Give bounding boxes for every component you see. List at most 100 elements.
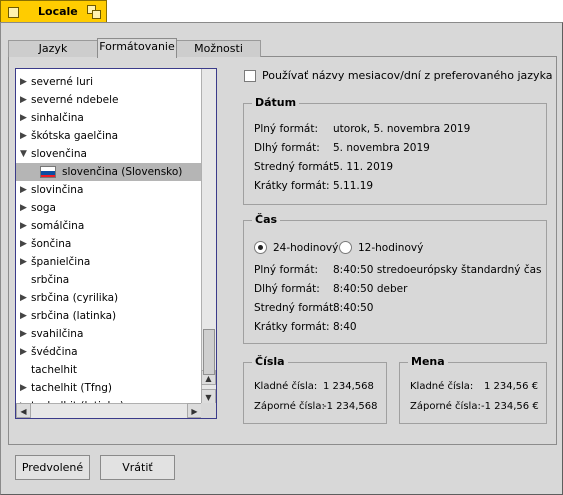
collapsed-arrow-icon[interactable]: ▶ xyxy=(20,127,30,145)
collapsed-arrow-icon[interactable]: ▶ xyxy=(20,325,30,343)
time-medium-value: 8:40:50 xyxy=(333,302,374,314)
currency-negative-label: Záporné čísla: xyxy=(410,401,481,412)
numbers-positive-value: 1 234,568 xyxy=(323,381,374,392)
language-name: tachelhit (Tfng) xyxy=(31,382,113,394)
language-list-item[interactable]: ▶ škótska gaelčina xyxy=(16,127,202,145)
date-full-value: utorok, 5. novembra 2019 xyxy=(333,123,471,135)
preferred-names-label[interactable]: Používať názvy mesiacov/dní z preferovan… xyxy=(262,69,553,82)
language-list-item[interactable]: ▼ slovenčina xyxy=(16,145,202,163)
time-group-title: Čas xyxy=(252,213,281,226)
collapsed-arrow-icon[interactable]: ▶ xyxy=(20,289,30,307)
tab-bar: Jazyk Formátovanie Možnosti xyxy=(8,38,557,58)
tab-formatting[interactable]: Formátovanie xyxy=(97,38,177,58)
collapsed-arrow-icon[interactable]: ▶ xyxy=(20,217,30,235)
language-list-item[interactable]: ▶ tachelhit (Tfng) xyxy=(16,379,202,397)
language-list-item[interactable]: ▶ slovinčina xyxy=(16,181,202,199)
tab-language-label: Jazyk xyxy=(38,42,68,55)
numbers-negative-label: Záporné čísla: xyxy=(254,401,325,412)
currency-positive-value: 1 234,56 € xyxy=(484,381,539,392)
language-list-item[interactable]: ▶ španielčina xyxy=(16,253,202,271)
language-list-item[interactable]: ▶ severné luri xyxy=(16,73,202,91)
language-name: slovenčina (Slovensko) xyxy=(62,166,183,178)
slovakia-flag-icon xyxy=(40,166,56,178)
language-list-item[interactable]: srbčina xyxy=(16,271,202,289)
language-name: somálčina xyxy=(31,220,85,232)
language-name: španielčina xyxy=(31,256,91,268)
language-name: tachelhit xyxy=(31,364,78,376)
language-list-item[interactable]: ▶ sinhalčina xyxy=(16,109,202,127)
radio-24-hour[interactable] xyxy=(254,241,267,254)
numbers-group: Čísla xyxy=(243,355,387,424)
horizontal-scrollbar[interactable]: ◀ ▶ xyxy=(16,403,202,418)
language-name: švédčina xyxy=(31,346,78,358)
language-name: srbčina (latinka) xyxy=(31,310,117,322)
collapsed-arrow-icon[interactable]: ▶ xyxy=(20,235,30,253)
collapsed-arrow-icon[interactable]: ▶ xyxy=(20,379,30,397)
currency-negative-value: -1 234,56 € xyxy=(481,401,539,412)
currency-group-title: Mena xyxy=(408,355,448,368)
language-name: škótska gaelčina xyxy=(31,130,119,142)
time-full-value: 8:40:50 stredoeurópsky štandardný čas xyxy=(333,264,542,276)
collapsed-arrow-icon[interactable]: ▶ xyxy=(20,199,30,217)
vertical-scrollbar[interactable]: ▲ ▼ xyxy=(201,69,216,404)
defaults-button-label: Predvolené xyxy=(21,461,84,474)
language-name: soga xyxy=(31,202,56,214)
scroll-corner xyxy=(201,403,216,418)
collapsed-arrow-icon[interactable]: ▶ xyxy=(20,91,30,109)
language-name: šončina xyxy=(31,238,72,250)
defaults-button[interactable]: Predvolené xyxy=(15,455,90,480)
language-list-item[interactable]: ▶ severné ndebele xyxy=(16,91,202,109)
language-sublist-item[interactable]: slovenčina (Slovensko) xyxy=(16,163,202,181)
date-medium-value: 5. 11. 2019 xyxy=(333,161,394,173)
language-list-item[interactable]: ▶ svahilčina xyxy=(16,325,202,343)
collapsed-arrow-icon[interactable]: ▶ xyxy=(20,253,30,271)
preferred-names-checkbox[interactable] xyxy=(244,70,256,82)
language-list-item[interactable]: ▶ švédčina xyxy=(16,343,202,361)
scroll-right-icon[interactable]: ▶ xyxy=(187,403,202,418)
tab-options[interactable]: Možnosti xyxy=(176,40,261,57)
scroll-left-icon[interactable]: ◀ xyxy=(16,403,31,418)
collapsed-arrow-icon[interactable]: ▶ xyxy=(20,307,30,325)
window-title-tab[interactable]: Locale xyxy=(0,0,107,23)
date-short-label: Krátky formát: xyxy=(254,180,330,192)
revert-button[interactable]: Vrátiť xyxy=(100,455,175,480)
language-name: srbčina (cyrilika) xyxy=(31,292,119,304)
language-list-item[interactable]: ▶ srbčina (cyrilika) xyxy=(16,289,202,307)
zoom-window-icon[interactable] xyxy=(87,5,101,19)
collapsed-arrow-icon[interactable]: ▶ xyxy=(20,73,30,91)
language-name: slovinčina xyxy=(31,184,84,196)
radio-24-hour-label[interactable]: 24-hodinový xyxy=(273,242,338,254)
time-long-value: 8:40:50 deber xyxy=(333,283,408,295)
date-full-label: Plný formát: xyxy=(254,123,319,135)
language-list-items: ▶ severné luri ▶ severné ndebele ▶ sinhalčina… xyxy=(16,69,202,404)
collapsed-arrow-icon[interactable]: ▶ xyxy=(20,343,30,361)
language-list-item[interactable]: tachelhit xyxy=(16,361,202,379)
language-name: sinhalčina xyxy=(31,112,84,124)
language-list-item[interactable]: ▶ šončina xyxy=(16,235,202,253)
language-name: slovenčina xyxy=(31,148,87,160)
close-window-icon[interactable] xyxy=(8,7,19,18)
time-medium-label: Stredný formát: xyxy=(254,302,337,314)
currency-positive-label: Kladné čísla: xyxy=(410,381,474,392)
numbers-positive-label: Kladné čísla: xyxy=(254,381,318,392)
language-name: severné luri xyxy=(31,76,93,88)
language-list-item[interactable]: ▶ srbčina (latinka) xyxy=(16,307,202,325)
time-short-label: Krátky formát: xyxy=(254,321,330,333)
expanded-arrow-icon[interactable]: ▼ xyxy=(20,145,30,163)
numbers-negative-value: -1 234,568 xyxy=(323,401,378,412)
numbers-group-title: Čísla xyxy=(252,355,288,368)
language-list[interactable]: ▶ severné luri ▶ severné ndebele ▶ sinhalčina… xyxy=(15,68,217,419)
tab-language[interactable]: Jazyk xyxy=(8,40,98,57)
tab-formatting-label: Formátovanie xyxy=(99,40,175,53)
scroll-down-icon[interactable]: ▼ xyxy=(201,389,216,404)
language-list-item[interactable]: ▶ somálčina xyxy=(16,217,202,235)
vertical-scroll-thumb[interactable] xyxy=(203,329,215,375)
date-group-title: Dátum xyxy=(252,96,300,109)
language-list-item[interactable]: ▶ soga xyxy=(16,199,202,217)
collapsed-arrow-icon[interactable]: ▶ xyxy=(20,109,30,127)
language-name: svahilčina xyxy=(31,328,84,340)
radio-12-hour-label[interactable]: 12-hodinový xyxy=(358,242,423,254)
radio-12-hour[interactable] xyxy=(339,241,352,254)
currency-group: Mena xyxy=(399,355,547,424)
collapsed-arrow-icon[interactable]: ▶ xyxy=(20,181,30,199)
